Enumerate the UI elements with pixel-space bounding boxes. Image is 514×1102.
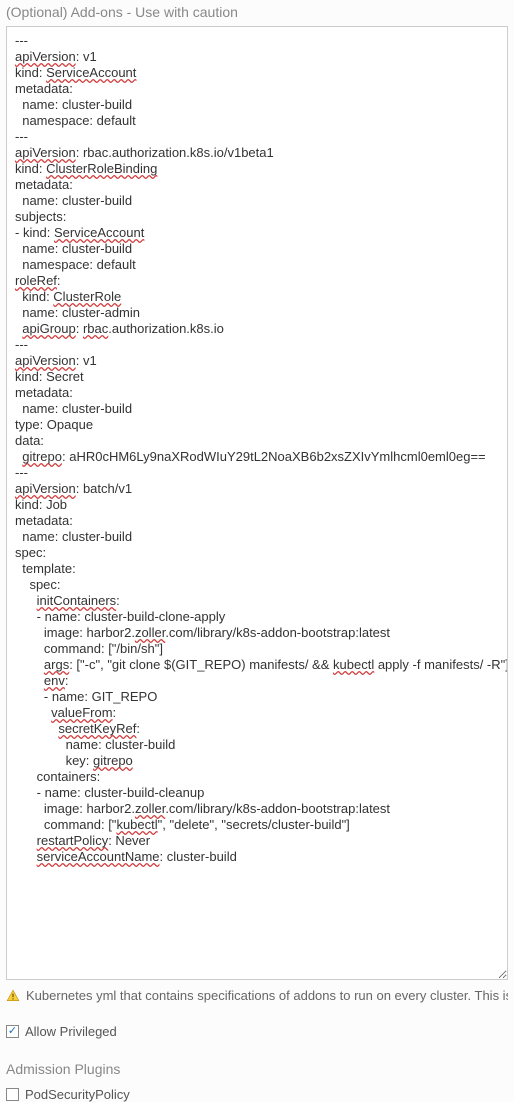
admission-plugins-title: Admission Plugins: [6, 1061, 508, 1077]
yaml-editor-container: --- apiVersion: v1 kind: ServiceAccount …: [6, 26, 508, 980]
pod-security-checkbox[interactable]: [6, 1088, 19, 1101]
pod-security-row[interactable]: PodSecurityPolicy: [6, 1087, 508, 1102]
addons-section-title: (Optional) Add-ons - Use with caution: [6, 4, 508, 20]
warning-icon: [6, 989, 20, 1006]
allow-privileged-row[interactable]: Allow Privileged: [6, 1024, 508, 1039]
addons-info-row: Kubernetes yml that contains specificati…: [6, 988, 508, 1006]
allow-privileged-checkbox[interactable]: [6, 1025, 19, 1038]
yaml-editor[interactable]: --- apiVersion: v1 kind: ServiceAccount …: [7, 27, 507, 979]
pod-security-label: PodSecurityPolicy: [25, 1087, 130, 1102]
allow-privileged-label: Allow Privileged: [25, 1024, 117, 1039]
addons-info-text: Kubernetes yml that contains specificati…: [26, 988, 508, 1003]
